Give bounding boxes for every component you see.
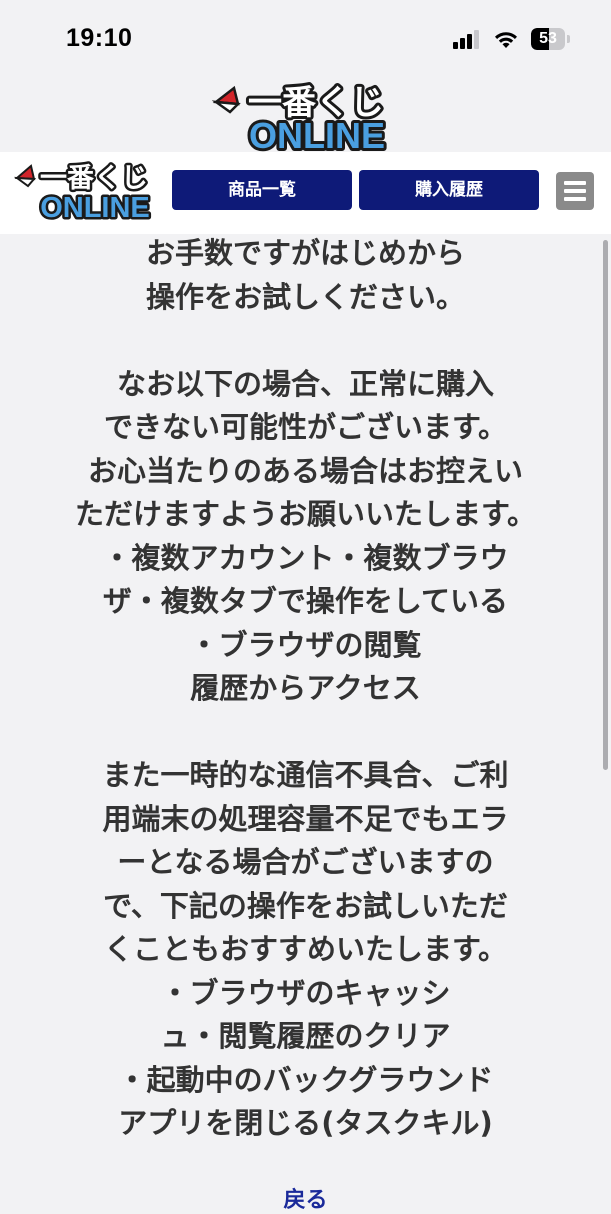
- ichiban-kuji-online-logo[interactable]: 一番くじ 一番くじ ONLINE ONLINE: [212, 78, 402, 154]
- message-line: くこともおすすめいたします。: [103, 932, 508, 966]
- scrollbar[interactable]: [603, 240, 608, 770]
- product-list-button[interactable]: 商品一覧: [172, 170, 352, 210]
- svg-text:一番くじ: 一番くじ: [40, 163, 148, 194]
- cellular-signal-icon: [453, 30, 479, 49]
- message-line: ーとなる場合がございますの: [117, 845, 494, 879]
- message-line: ザ・複数タブで操作をしている: [102, 584, 509, 618]
- battery-percentage: 53: [539, 30, 557, 47]
- navigation-bar: 一番くじ 一番くじ ONLINE ONLINE 商品一覧 購入履歴: [0, 152, 611, 234]
- message-line: ュ・閲覧履歴のクリア: [160, 1019, 451, 1053]
- message-line: 操作をお試しください。: [145, 279, 465, 314]
- top-logo-area: 一番くじ 一番くじ ONLINE ONLINE: [0, 76, 611, 154]
- message-line: お心当たりのある場合はお控えい: [87, 453, 523, 488]
- hamburger-menu-icon: [564, 181, 586, 185]
- message-paragraph-retry: お手数ですがはじめから 操作をお試しください。: [0, 232, 611, 319]
- status-icons: 53: [453, 28, 571, 50]
- message-paragraph-conditions: なお以下の場合、正常に購入 できない可能性がございます。 お心当たりのある場合はお控…: [0, 363, 611, 711]
- back-link[interactable]: 戻る: [0, 1182, 611, 1214]
- message-line: アプリを閉じる(タスクキル): [118, 1106, 493, 1140]
- purchase-history-button[interactable]: 購入履歴: [359, 170, 539, 210]
- message-paragraph-recommendations: また一時的な通信不具合、ご利 用端末の処理容量不足でもエラ ーとなる場合がございます…: [0, 754, 611, 1146]
- svg-text:ONLINE: ONLINE: [40, 192, 150, 224]
- status-bar: 19:10 53: [0, 0, 611, 76]
- message-line: ・複数アカウント・複数ブラウ: [102, 540, 509, 575]
- wifi-icon: [495, 32, 517, 48]
- message-line: で、下記の操作をお試しいただ: [103, 888, 508, 923]
- hamburger-menu-button[interactable]: [556, 172, 594, 210]
- message-line: ・起動中のバックグラウンド: [117, 1062, 494, 1097]
- message-line: 用端末の処理容量不足でもエラ: [102, 801, 509, 836]
- error-message: お手数ですがはじめから 操作をお試しください。 なお以下の場合、正常に購入 できない…: [0, 232, 611, 1146]
- message-line: お手数ですがはじめから: [145, 236, 465, 270]
- message-line: 履歴からアクセス: [190, 671, 421, 705]
- message-line: ・ブラウザのキャッシ: [160, 975, 451, 1010]
- message-line: また一時的な通信不具合、ご利: [102, 758, 509, 792]
- message-line: ただけますようお願いいたします。: [74, 497, 537, 531]
- svg-text:ONLINE: ONLINE: [249, 115, 385, 154]
- message-line: ・ブラウザの閲覧: [189, 627, 422, 662]
- message-line: できない可能性がございます。: [103, 410, 508, 444]
- status-time: 19:10: [66, 24, 133, 52]
- message-line: なお以下の場合、正常に購入: [116, 366, 494, 401]
- ichiban-kuji-online-logo-small[interactable]: 一番くじ 一番くじ ONLINE ONLINE: [14, 156, 159, 224]
- battery-indicator: 53: [531, 28, 571, 50]
